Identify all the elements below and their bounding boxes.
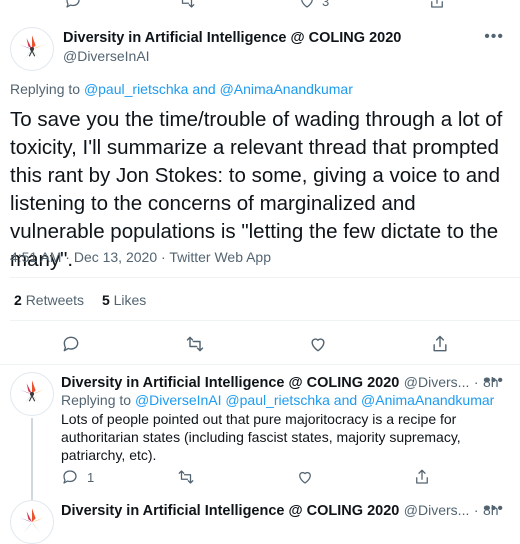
retweet-icon: [186, 336, 204, 352]
more-icon[interactable]: •••: [484, 372, 504, 390]
avatar[interactable]: [10, 500, 54, 544]
retweet-button[interactable]: [177, 468, 195, 486]
top-actions-row: 3: [0, 0, 520, 10]
replying-prefix: Replying to: [10, 81, 81, 97]
replying-user-link[interactable]: @DiverseInAI: [135, 392, 222, 408]
avatar[interactable]: [10, 372, 54, 416]
retweets-count: 2: [14, 292, 22, 308]
share-button[interactable]: [430, 334, 450, 354]
reply2-header: Diversity in Artificial Intelligence @ C…: [61, 502, 499, 520]
like-button[interactable]: [308, 334, 328, 354]
thread-connector: [31, 418, 33, 500]
replying-user-link[interactable]: @paul_rietschka: [225, 392, 330, 408]
diversity-logo-icon: [19, 508, 45, 533]
retweets-stat[interactable]: 2 Retweets: [14, 292, 88, 308]
top-like-button[interactable]: 3: [298, 0, 329, 10]
reply1-header: Diversity in Artificial Intelligence @ C…: [61, 374, 499, 392]
replying-and: and: [333, 392, 358, 408]
meta-separator: ·: [65, 249, 74, 265]
tweet-source[interactable]: Twitter Web App: [169, 249, 271, 265]
divider: [0, 364, 520, 365]
top-share-button[interactable]: [428, 0, 446, 10]
share-icon: [433, 335, 447, 352]
reply1-author-name[interactable]: Diversity in Artificial Intelligence @ C…: [61, 375, 399, 391]
replying-prefix: Replying to: [61, 392, 132, 408]
likes-stat[interactable]: 5 Likes: [102, 292, 146, 308]
reply-button[interactable]: [61, 334, 81, 354]
replying-and: and: [192, 81, 216, 97]
reply-icon: [63, 336, 79, 352]
reply1-replying-to: Replying to @DiverseInAI @paul_rietschka…: [61, 392, 494, 408]
divider: [10, 277, 520, 278]
reply2-author-handle[interactable]: @Divers...: [404, 502, 470, 518]
main-author-name[interactable]: Diversity in Artificial Intelligence @ C…: [63, 30, 401, 46]
reply-count: 1: [87, 469, 95, 485]
avatar[interactable]: [10, 27, 54, 71]
tweet-date[interactable]: Dec 13, 2020: [74, 249, 157, 265]
main-replying-to: Replying to @paul_rietschka and @AnimaAn…: [10, 81, 353, 97]
replying-user-link[interactable]: @AnimaAnandkumar: [361, 392, 494, 408]
replying-user-link[interactable]: @paul_rietschka: [84, 81, 189, 97]
retweets-label: Retweets: [25, 292, 85, 308]
reply2-author-name[interactable]: Diversity in Artificial Intelligence @ C…: [61, 503, 399, 519]
retweet-icon: [178, 470, 194, 484]
main-tweet-meta: 4:51 AM · Dec 13, 2020 · Twitter Web App: [10, 249, 271, 265]
diversity-logo-icon: [19, 380, 45, 405]
more-icon[interactable]: •••: [484, 500, 504, 518]
reply1-author-handle[interactable]: @Divers...: [404, 374, 470, 390]
tweet-time[interactable]: 4:51 AM: [10, 249, 61, 265]
reply-button[interactable]: 1: [61, 468, 94, 486]
heart-icon: [311, 338, 325, 352]
diversity-logo-icon: [19, 35, 45, 60]
meta-separator: ·: [473, 502, 479, 518]
top-reply-button[interactable]: [64, 0, 82, 10]
share-button[interactable]: [413, 468, 431, 486]
reply1-text: Lots of people pointed out that pure maj…: [61, 411, 461, 463]
divider: [10, 320, 520, 321]
top-retweet-button[interactable]: [178, 0, 196, 10]
retweet-icon: [181, 0, 195, 8]
main-author-handle[interactable]: @DiverseInAI: [63, 48, 150, 64]
heart-icon: [301, 0, 313, 8]
retweet-button[interactable]: [185, 334, 205, 354]
top-like-count: 3: [322, 0, 330, 9]
likes-label: Likes: [113, 292, 147, 308]
meta-separator: ·: [473, 374, 479, 390]
likes-count: 5: [101, 292, 110, 308]
like-button[interactable]: [296, 468, 314, 486]
heart-icon: [299, 471, 311, 484]
reply-icon: [63, 470, 77, 484]
reply-icon: [66, 0, 80, 8]
more-icon[interactable]: •••: [484, 28, 504, 46]
replying-user-link[interactable]: @AnimaAnandkumar: [220, 81, 353, 97]
share-icon: [431, 0, 443, 8]
share-icon: [416, 469, 428, 484]
engagement-stats: 2 Retweets 5 Likes: [14, 292, 146, 308]
